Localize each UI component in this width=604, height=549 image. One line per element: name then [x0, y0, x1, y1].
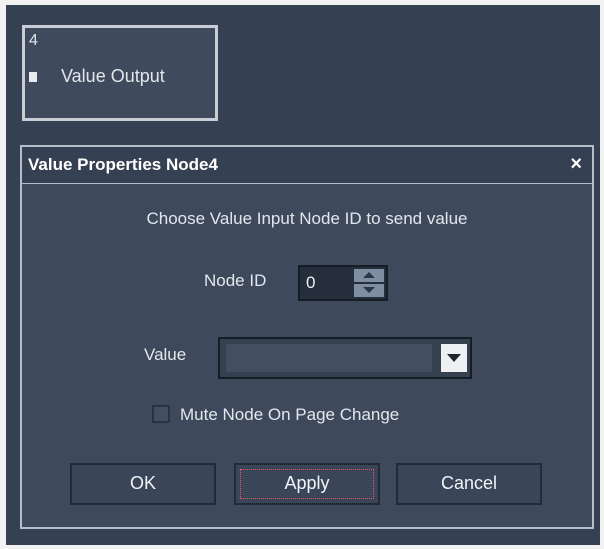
- node-id-number: 4: [29, 32, 38, 49]
- mute-checkbox-label[interactable]: Mute Node On Page Change: [180, 405, 399, 425]
- value-label: Value: [144, 345, 187, 364]
- close-icon[interactable]: ×: [570, 153, 582, 176]
- node-id-label: Node ID: [204, 271, 267, 290]
- cancel-button[interactable]: Cancel: [396, 463, 542, 505]
- value-output-node[interactable]: 4 Value Output: [22, 25, 218, 121]
- chevron-down-icon[interactable]: [441, 344, 467, 372]
- value-dropdown-field[interactable]: [226, 344, 432, 372]
- node-port-icon[interactable]: [29, 72, 37, 82]
- dialog-titlebar[interactable]: Value Properties Node4 ×: [22, 147, 592, 184]
- spinner-buttons: [354, 269, 384, 297]
- instruction-text: Choose Value Input Node ID to send value: [146, 209, 468, 228]
- dialog-title: Value Properties Node4: [28, 155, 218, 174]
- value-properties-dialog: Value Properties Node4 × Choose Value In…: [20, 145, 594, 529]
- node-id-spinner[interactable]: 0: [298, 265, 388, 301]
- focus-outline: [240, 469, 374, 499]
- spin-up-icon[interactable]: [354, 269, 384, 282]
- value-dropdown[interactable]: [218, 337, 472, 379]
- node-id-value[interactable]: 0: [306, 273, 315, 293]
- spin-down-icon[interactable]: [354, 284, 384, 297]
- ok-button-label: OK: [129, 473, 156, 493]
- apply-button[interactable]: Apply: [234, 463, 380, 505]
- ok-button[interactable]: OK: [70, 463, 216, 505]
- node-canvas: 4 Value Output Value Properties Node4 × …: [6, 5, 600, 545]
- cancel-button-label: Cancel: [440, 473, 498, 493]
- node-label: Value Output: [61, 66, 165, 86]
- mute-checkbox[interactable]: [152, 405, 170, 423]
